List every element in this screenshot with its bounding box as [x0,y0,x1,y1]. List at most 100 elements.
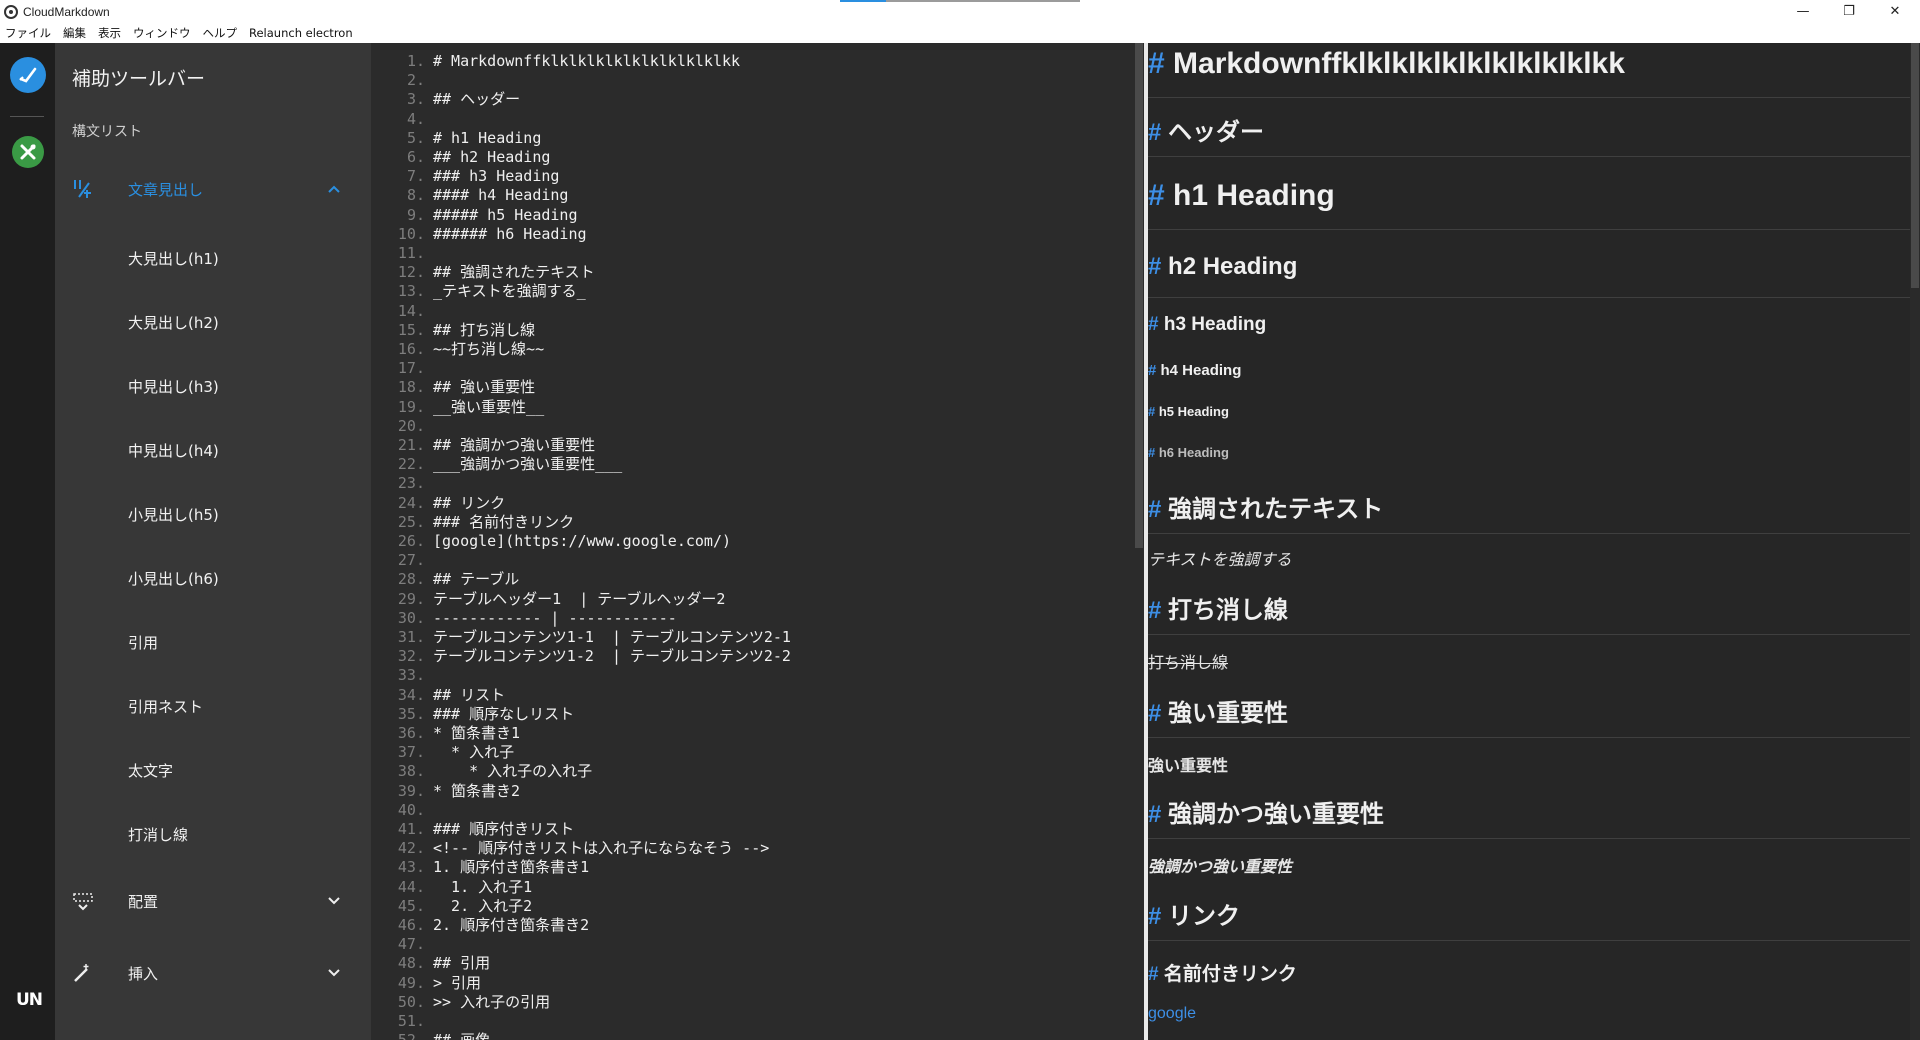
section-heading-toggle[interactable]: 文章見出し [55,169,371,209]
section-layout-toggle[interactable]: 配置 [55,881,371,921]
tool-quote-nest[interactable]: 引用ネスト [128,696,203,717]
menu-window[interactable]: ウィンドウ [133,25,191,41]
preview-strikethrough: 打ち消し線 [1148,655,1229,672]
line-text: # h1 Heading [433,128,542,147]
heading-text: Markdownffklklklklklklklklklklkk [1164,47,1625,80]
preview-heading-h1: # Markdownffklklklklklklklklklklkk [1148,47,1625,81]
heading-anchor-icon[interactable]: # [1148,597,1161,624]
editor-scrollbar[interactable] [1134,43,1144,1040]
line-number: 20. [397,416,425,435]
preview-emphasis: テキストを強調する [1148,552,1292,569]
heading-format-icon [71,177,95,201]
line-number: 22. [397,455,425,474]
line-text: ------------ | ------------ [433,608,677,627]
line-number: 26. [397,532,425,550]
heading-divider [1148,97,1910,98]
tool-h2[interactable]: 大見出し(h2) [128,312,219,333]
line-number: 47. [397,935,425,954]
tool-bold[interactable]: 太文字 [128,760,173,781]
tool-quote[interactable]: 引用 [128,632,158,653]
line-text: ## 引用 [433,954,491,973]
line-text: ##### h5 Heading [433,205,578,224]
line-text: ### 名前付きリンク [433,512,575,531]
line-number: 49. [397,973,425,992]
un-logo: UN [16,990,43,1010]
heading-anchor-icon[interactable]: # [1148,801,1161,828]
line-number: 11. [397,244,425,262]
line-number: 2. [406,71,425,90]
close-button[interactable]: ✕ [1872,0,1918,23]
line-number: 32. [397,647,425,666]
menu-edit[interactable]: 編集 [63,25,86,41]
insert-pen-icon [71,961,95,985]
editor-scroll-thumb[interactable] [1135,43,1143,548]
line-number: 3. [406,90,425,109]
heading-anchor-icon[interactable]: # [1148,119,1161,146]
line-number: 39. [397,781,425,800]
heading-anchor-icon[interactable]: # [1148,179,1165,212]
line-text: # Markdownffklklklklklklklklklklkk [433,52,741,70]
line-text: #### h4 Heading [433,186,569,205]
menu-help[interactable]: ヘルプ [203,25,238,41]
line-text: 2. 入れ子2 [433,896,533,915]
panel-title: 補助ツールバー [72,68,206,90]
heading-text: h2 Heading [1161,253,1298,280]
tools-icon[interactable] [12,136,44,168]
minimize-button[interactable]: — [1780,0,1826,23]
heading-anchor-icon[interactable]: # [1148,47,1165,80]
heading-anchor-icon[interactable]: # [1148,964,1159,985]
line-text: ## リスト [433,685,506,704]
heading-text: h5 Heading [1155,404,1229,419]
line-number: 41. [397,820,425,838]
preview-heading-h2: # リンク [1148,896,1240,931]
assist-toolbar-panel: 補助ツールバー 構文リスト 文章見出し 大見出し(h1) 大見出し(h2) 中見… [55,43,371,1040]
heading-anchor-icon[interactable]: # [1148,496,1161,523]
line-text: > 引用 [433,973,482,992]
restore-button[interactable]: ❐ [1826,0,1872,23]
line-number: 19. [397,397,425,416]
heading-text: h3 Heading [1158,314,1267,335]
title-progress-indicator [840,0,1080,2]
tool-h4[interactable]: 中見出し(h4) [128,440,219,461]
heading-anchor-icon[interactable]: # [1148,314,1159,335]
line-text: * 入れ子 [433,743,515,762]
tool-h6[interactable]: 小見出し(h6) [128,568,219,589]
tool-h3[interactable]: 中見出し(h3) [128,376,219,397]
line-text: ~~打ち消し線~~ [433,340,545,358]
line-number: 50. [397,992,425,1011]
preview-heading-h2: # ヘッダー [1148,112,1264,147]
line-number: 42. [397,839,425,858]
section-insert-toggle[interactable]: 挿入 [55,953,371,993]
layout-icon [71,889,95,913]
heading-anchor-icon[interactable]: # [1148,253,1161,280]
heading-text: 打ち消し線 [1161,597,1289,624]
markdown-editor[interactable]: 1. # Markdownffklklklklklklklklklklkk 2. 3.… [371,43,1134,1040]
chevron-down-icon [327,966,341,980]
heading-text: h4 Heading [1156,362,1242,379]
heading-anchor-icon[interactable]: # [1148,903,1161,930]
line-number: 43. [397,858,425,877]
line-text: テーブルコンテンツ1-1 | テーブルコンテンツ2-1 [433,628,791,646]
preview-heading-h5: # h5 Heading [1148,404,1229,419]
preview-scroll-thumb[interactable] [1911,43,1919,288]
line-text: 1. 入れ子1 [433,877,533,896]
preview-heading-h2: # 強調されたテキスト [1148,489,1383,524]
preview-heading-h2: # 強調かつ強い重要性 [1148,794,1384,829]
line-number: 25. [397,512,425,531]
line-number: 33. [397,666,425,685]
tool-strikethrough[interactable]: 打消し線 [128,824,188,845]
heading-anchor-icon[interactable]: # [1148,700,1161,727]
tool-h5[interactable]: 小見出し(h5) [128,504,219,525]
menu-file[interactable]: ファイル [5,25,51,41]
menu-relaunch-electron[interactable]: Relaunch electron [249,26,353,40]
tool-h1[interactable]: 大見出し(h1) [128,248,219,269]
line-number: 31. [397,628,425,646]
preview-link[interactable]: google [1148,1005,1196,1023]
line-number: 52. [371,1031,425,1040]
line-text: >> 入れ子の引用 [433,992,551,1011]
preview-scrollbar[interactable] [1910,43,1920,1040]
edit-check-icon[interactable] [10,57,46,93]
line-text: * 箇条書き1 [433,724,521,742]
menu-view[interactable]: 表示 [98,25,121,41]
line-text: [google](https://www.google.com/) [433,532,732,550]
